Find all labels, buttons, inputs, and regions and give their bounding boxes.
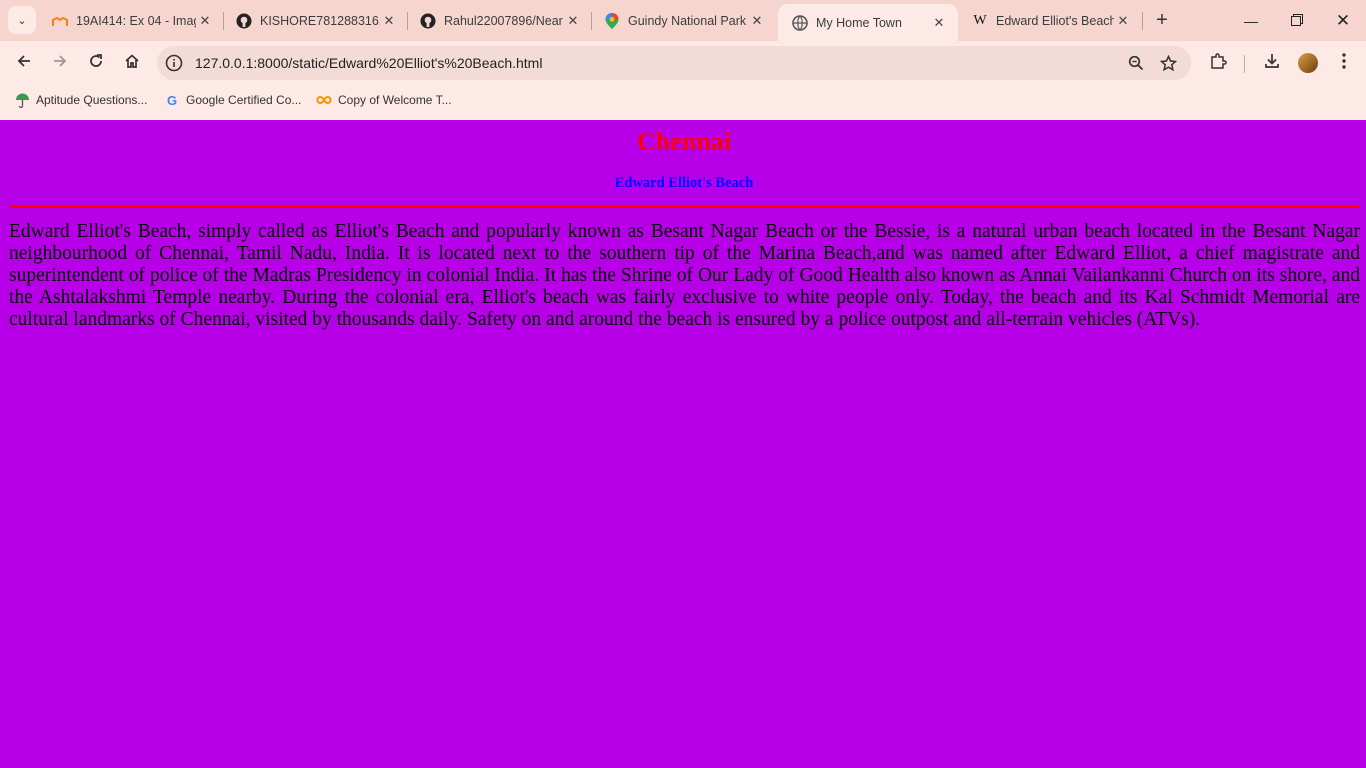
- menu-button[interactable]: [1330, 49, 1358, 77]
- bookmark-star-icon[interactable]: [1159, 54, 1177, 72]
- tab-label: KISHORE7812883161: [260, 13, 380, 28]
- extensions-button[interactable]: [1204, 49, 1232, 77]
- tab-guindy-park[interactable]: Guindy National Park ✕: [590, 0, 776, 41]
- wikipedia-icon: W: [973, 12, 987, 28]
- tab-label: My Home Town: [816, 15, 902, 30]
- tab-label: Rahul22007896/Near: [444, 13, 563, 28]
- close-icon: ✕: [1335, 10, 1351, 30]
- reload-button[interactable]: [82, 49, 110, 77]
- home-icon: [124, 53, 140, 74]
- download-icon: [1263, 52, 1281, 75]
- tab-label: 19AI414: Ex 04 - Imag: [76, 13, 196, 28]
- avatar: [1298, 53, 1318, 73]
- bookmark-google-certified[interactable]: G Google Certified Co...: [164, 85, 301, 115]
- forward-button[interactable]: [46, 49, 74, 77]
- tab-edward-elliots-beach[interactable]: W Edward Elliot's Beach ✕: [958, 0, 1142, 41]
- tab-label: Edward Elliot's Beach: [996, 13, 1114, 28]
- home-button[interactable]: [118, 49, 146, 77]
- zoom-icon[interactable]: [1127, 54, 1145, 72]
- globe-icon: [792, 14, 808, 31]
- address-bar[interactable]: 127.0.0.1:8000/static/Edward%20Elliot's%…: [157, 46, 1191, 80]
- site-info-icon[interactable]: [165, 54, 183, 72]
- minimize-icon: —: [1244, 12, 1258, 29]
- restore-icon: [1291, 13, 1303, 29]
- bookmark-label: Copy of Welcome T...: [338, 93, 452, 107]
- downloads-button[interactable]: [1258, 49, 1286, 77]
- new-tab-button[interactable]: +: [1150, 8, 1174, 32]
- address-url[interactable]: 127.0.0.1:8000/static/Edward%20Elliot's%…: [195, 46, 542, 80]
- moodle-icon: [52, 13, 68, 29]
- close-icon[interactable]: ✕: [930, 15, 948, 31]
- divider: [10, 205, 1360, 208]
- bookmark-aptitude[interactable]: Aptitude Questions...: [14, 85, 147, 115]
- tab-search-button[interactable]: ⌄: [8, 6, 36, 34]
- tab-github-kishore[interactable]: KISHORE7812883161 ✕: [222, 0, 408, 41]
- bookmarks-bar: Aptitude Questions... G Google Certified…: [0, 85, 1366, 115]
- infinity-icon: [316, 92, 332, 108]
- close-icon[interactable]: ✕: [1114, 13, 1132, 29]
- reload-icon: [88, 53, 104, 74]
- umbrella-icon: [14, 92, 30, 108]
- toolbar-divider: [1244, 55, 1245, 73]
- close-icon[interactable]: ✕: [564, 13, 582, 29]
- close-icon[interactable]: ✕: [196, 13, 214, 29]
- restore-button[interactable]: [1274, 0, 1320, 41]
- browser-chrome: ⌄ 19AI414: Ex 04 - Imag ✕ KISHORE7812883…: [0, 0, 1366, 120]
- tab-strip: ⌄ 19AI414: Ex 04 - Imag ✕ KISHORE7812883…: [0, 0, 1366, 41]
- close-window-button[interactable]: ✕: [1320, 0, 1366, 41]
- minimize-button[interactable]: —: [1228, 0, 1274, 41]
- close-icon[interactable]: ✕: [380, 13, 398, 29]
- back-button[interactable]: [10, 49, 38, 77]
- puzzle-icon: [1209, 52, 1227, 75]
- toolbar: 127.0.0.1:8000/static/Edward%20Elliot's%…: [0, 41, 1366, 85]
- bookmark-label: Aptitude Questions...: [36, 93, 148, 107]
- tab-moodle[interactable]: 19AI414: Ex 04 - Imag ✕: [38, 0, 224, 41]
- google-icon: G: [166, 92, 178, 108]
- kebab-menu-icon: [1342, 52, 1346, 74]
- github-icon: [420, 13, 436, 29]
- close-icon[interactable]: ✕: [748, 13, 766, 29]
- tab-separator: [1142, 12, 1143, 30]
- arrow-right-icon: [52, 53, 68, 74]
- tab-my-home-town[interactable]: My Home Town ✕: [778, 4, 958, 41]
- page-title: Chennai: [637, 127, 731, 156]
- profile-avatar[interactable]: [1294, 49, 1322, 77]
- tab-label: Guindy National Park: [628, 13, 747, 28]
- page-subtitle: Edward Elliot's Beach: [614, 175, 754, 191]
- tab-github-rahul[interactable]: Rahul22007896/Near ✕: [406, 0, 592, 41]
- github-icon: [236, 13, 252, 29]
- arrow-left-icon: [16, 53, 32, 74]
- maps-pin-icon: [604, 12, 620, 29]
- article-paragraph: Edward Elliot's Beach, simply called as …: [9, 221, 1360, 330]
- bookmark-copy-of-welcome[interactable]: Copy of Welcome T...: [316, 85, 452, 115]
- page-content: Chennai Edward Elliot's Beach Edward Ell…: [2, 121, 1366, 768]
- chevron-down-icon: ⌄: [17, 14, 27, 27]
- plus-icon: +: [1156, 8, 1168, 31]
- bookmark-label: Google Certified Co...: [186, 93, 302, 107]
